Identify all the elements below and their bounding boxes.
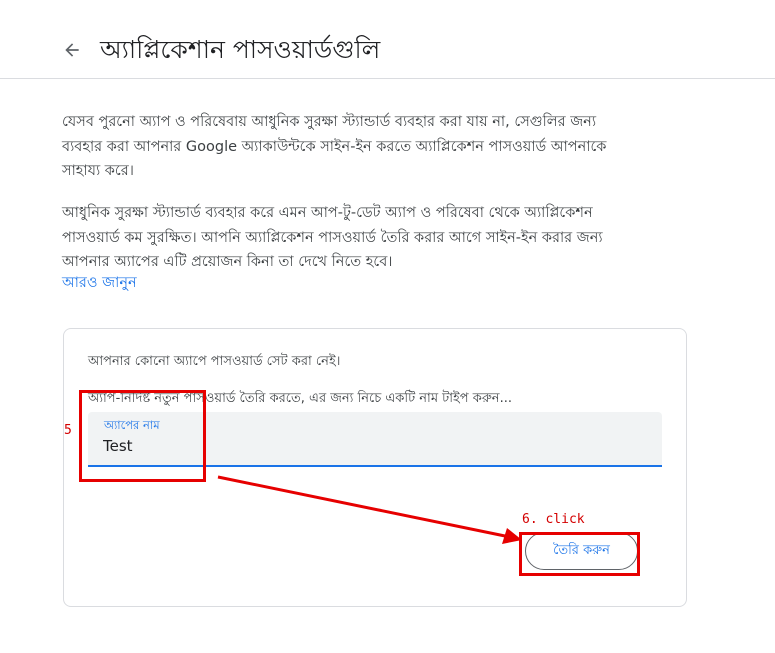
arrow-left-icon [65, 43, 79, 57]
app-passwords-page: অ্যাপ্লিকেশান পাসওয়ার্ডগুলি যেসব পুরনো … [0, 0, 775, 653]
instruction-text: অ্যাপ-নির্দিষ্ট নতুন পাসওয়ার্ড তৈরি করত… [88, 391, 512, 406]
app-name-label: অ্যাপের নাম [104, 418, 160, 432]
learn-more-link[interactable]: আরও জানুন [62, 272, 137, 294]
app-name-input[interactable] [103, 434, 623, 458]
annotation-label-step6: 6. click [522, 512, 585, 527]
back-button[interactable] [58, 36, 86, 64]
page-title: অ্যাপ্লিকেশান পাসওয়ার্ডগুলি [100, 35, 381, 64]
intro-paragraph-1: যেসব পুরনো অ্যাপ ও পরিষেবায় আধুনিক সুরক… [62, 114, 607, 179]
create-button[interactable]: তৈরি করুন [525, 532, 638, 570]
annotation-label-step5: 5 [64, 423, 72, 438]
no-passwords-message: আপনার কোনো অ্যাপে পাসওয়ার্ড সেট করা নেই… [88, 354, 341, 369]
page-header: অ্যাপ্লিকেশান পাসওয়ার্ডগুলি [0, 0, 775, 79]
intro-paragraph-2: আধুনিক সুরক্ষা স্ট্যান্ডার্ড ব্যবহার করে… [62, 205, 603, 270]
app-name-field[interactable]: অ্যাপের নাম [88, 412, 662, 467]
